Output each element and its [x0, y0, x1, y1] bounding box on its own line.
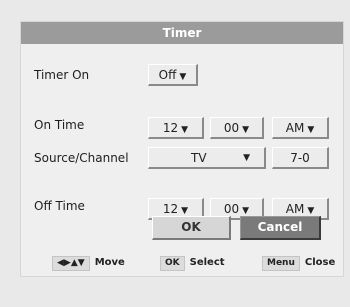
off-time-label: Off Time — [34, 199, 85, 213]
chevron-down-icon: ▼ — [181, 125, 189, 135]
on-time-hour-value: 12 — [162, 121, 179, 135]
off-time-minute-value: 00 — [223, 202, 240, 216]
source-dropdown[interactable]: TV ▼ — [148, 147, 266, 169]
on-time-label: On Time — [34, 118, 85, 132]
help-move-label: Move — [94, 257, 125, 268]
menu-key-icon: Menu — [262, 256, 300, 271]
off-time-ampm-value: AM — [285, 202, 305, 216]
channel-value: 7-0 — [290, 151, 310, 165]
cancel-button[interactable]: Cancel — [240, 216, 321, 240]
on-time-hour-dropdown[interactable]: 12 ▼ — [148, 117, 204, 139]
on-time-minute-value: 00 — [223, 121, 240, 135]
chevron-down-icon: ▼ — [181, 206, 189, 216]
on-time-ampm-value: AM — [285, 121, 305, 135]
channel-field[interactable]: 7-0 — [272, 147, 329, 169]
chevron-down-icon: ▼ — [242, 125, 250, 135]
chevron-down-icon: ▼ — [179, 72, 187, 82]
off-time-hour-value: 12 — [162, 202, 179, 216]
chevron-down-icon: ▼ — [307, 206, 315, 216]
ok-key-icon: OK — [160, 256, 185, 271]
help-close-label: Close — [304, 257, 336, 268]
chevron-down-icon: ▼ — [307, 125, 315, 135]
help-move: ◀▶▲▼ Move — [52, 256, 125, 271]
help-select: OK Select — [160, 256, 225, 271]
timer-on-label: Timer On — [34, 68, 90, 82]
chevron-down-icon: ▼ — [243, 153, 250, 163]
source-channel-label: Source/Channel — [34, 151, 129, 165]
timer-on-value: Off — [158, 68, 177, 82]
dialog-title: Timer — [21, 22, 343, 44]
ok-button[interactable]: OK — [152, 216, 231, 240]
on-time-minute-dropdown[interactable]: 00 ▼ — [210, 117, 264, 139]
chevron-down-icon: ▼ — [242, 206, 250, 216]
help-close: Menu Close — [262, 256, 335, 271]
source-value: TV — [191, 151, 207, 165]
help-select-label: Select — [189, 257, 225, 268]
timer-on-dropdown[interactable]: Off ▼ — [148, 64, 198, 86]
on-time-ampm-dropdown[interactable]: AM ▼ — [272, 117, 329, 139]
arrow-keys-icon: ◀▶▲▼ — [52, 256, 90, 271]
